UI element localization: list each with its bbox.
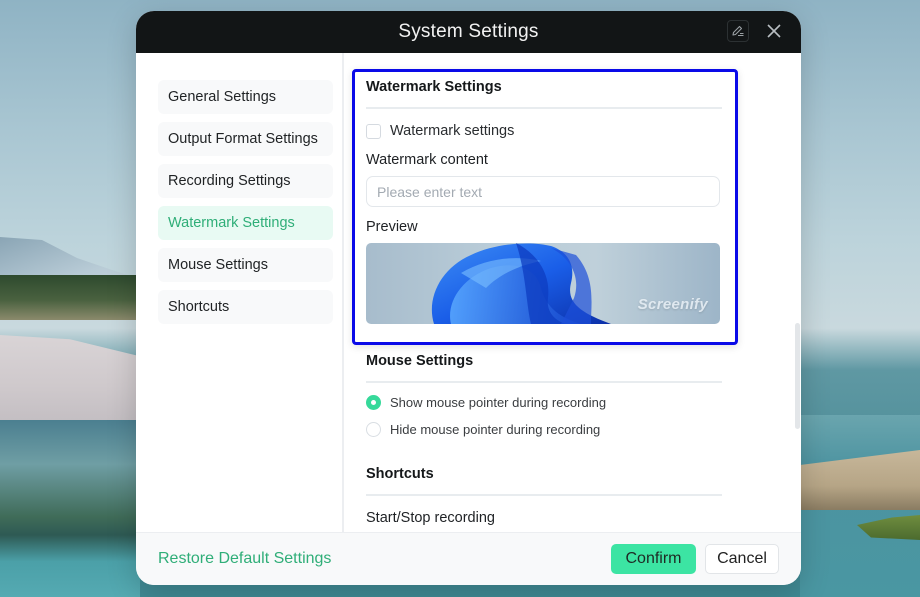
sidebar-item-output-format[interactable]: Output Format Settings — [158, 122, 333, 156]
confirm-button[interactable]: Confirm — [611, 544, 696, 574]
background-trees — [0, 275, 140, 320]
checkbox-label: Watermark settings — [390, 123, 515, 139]
radio-button[interactable] — [366, 422, 381, 437]
section-title: Mouse Settings — [366, 353, 474, 369]
dialog-title: System Settings — [398, 21, 539, 42]
section-title: Watermark Settings — [366, 79, 502, 95]
section-divider — [366, 494, 722, 496]
scrollbar-thumb[interactable] — [795, 323, 800, 429]
background-snow-hill — [0, 335, 140, 420]
settings-content: Watermark Settings Watermark settings Wa… — [344, 53, 801, 532]
radio-button-selected[interactable] — [366, 395, 381, 410]
section-divider — [366, 381, 722, 383]
sidebar-item-shortcuts[interactable]: Shortcuts — [158, 290, 333, 324]
content-scrollbar[interactable] — [793, 53, 801, 532]
edit-pen-icon — [732, 25, 744, 37]
radio-show-pointer[interactable]: Show mouse pointer during recording — [366, 395, 722, 410]
settings-sidebar: General Settings Output Format Settings … — [136, 53, 344, 532]
sidebar-item-label: Mouse Settings — [168, 257, 268, 273]
edit-button[interactable] — [727, 20, 749, 42]
sidebar-item-label: Watermark Settings — [168, 215, 295, 231]
restore-defaults-link[interactable]: Restore Default Settings — [158, 550, 331, 568]
sidebar-item-label: General Settings — [168, 89, 277, 105]
preview-label: Preview — [366, 219, 418, 235]
radio-label: Hide mouse pointer during recording — [390, 422, 601, 437]
close-icon — [767, 24, 781, 38]
section-divider — [366, 107, 722, 109]
sidebar-item-general[interactable]: General Settings — [158, 80, 333, 114]
preview-watermark-text: Screenify — [637, 296, 708, 313]
watermark-preview: Screenify — [366, 243, 720, 324]
close-button[interactable] — [763, 20, 785, 42]
watermark-toggle[interactable]: Watermark settings — [366, 123, 722, 139]
sidebar-item-mouse[interactable]: Mouse Settings — [158, 248, 333, 282]
watermark-content-label: Watermark content — [366, 152, 488, 168]
radio-label: Show mouse pointer during recording — [390, 395, 607, 410]
system-settings-dialog: System Settings General Settings Output … — [136, 11, 801, 585]
shortcuts-section: Shortcuts Start/Stop recording — [366, 466, 722, 526]
sidebar-item-label: Shortcuts — [168, 299, 230, 315]
dialog-footer: Restore Default Settings Confirm Cancel — [136, 532, 801, 585]
section-title: Shortcuts — [366, 466, 434, 482]
sidebar-item-label: Output Format Settings — [168, 131, 318, 147]
watermark-content-input[interactable] — [366, 176, 720, 207]
sidebar-item-recording[interactable]: Recording Settings — [158, 164, 333, 198]
background-lake-left — [0, 420, 140, 597]
radio-hide-pointer[interactable]: Hide mouse pointer during recording — [366, 422, 722, 437]
sidebar-item-watermark[interactable]: Watermark Settings — [158, 206, 333, 240]
watermark-section: Watermark Settings Watermark settings Wa… — [366, 79, 722, 324]
shortcut-item-start-stop: Start/Stop recording — [366, 510, 495, 526]
sidebar-item-label: Recording Settings — [168, 173, 291, 189]
title-bar: System Settings — [136, 11, 801, 53]
cancel-button[interactable]: Cancel — [705, 544, 779, 574]
mouse-section: Mouse Settings Show mouse pointer during… — [366, 353, 722, 437]
watermark-checkbox[interactable] — [366, 123, 381, 139]
